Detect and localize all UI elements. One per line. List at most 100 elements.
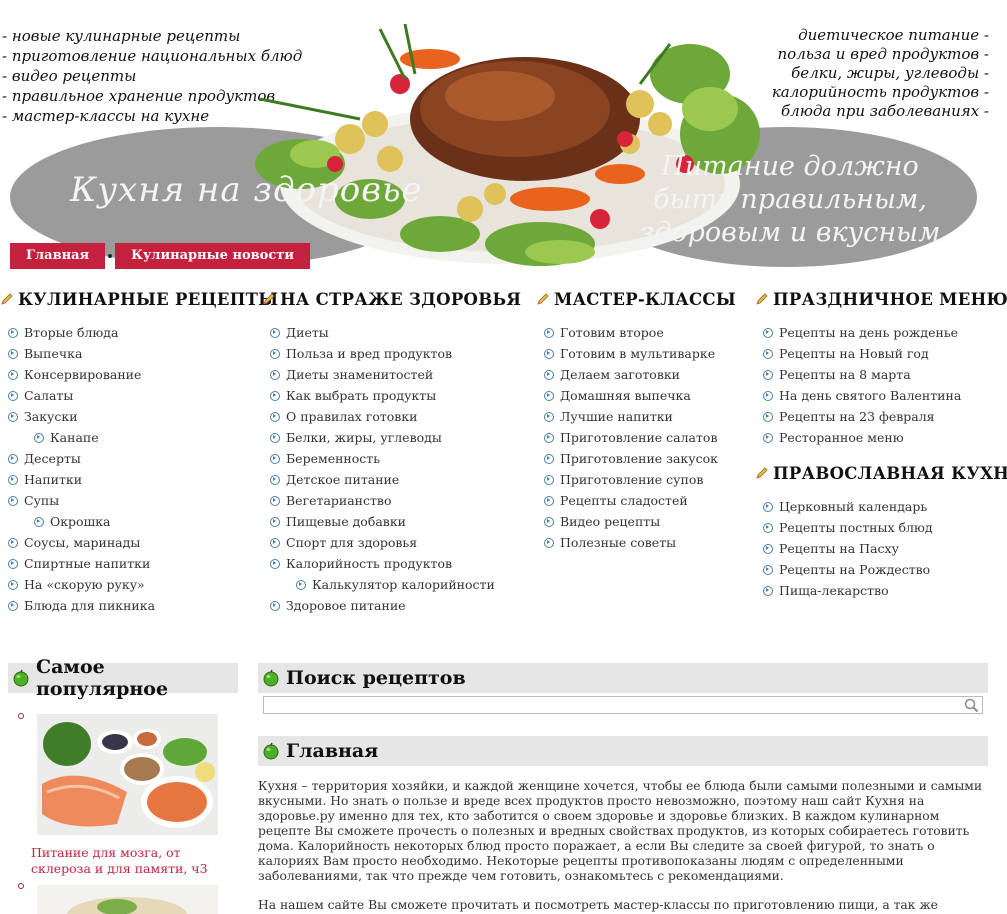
list-bullet <box>18 713 24 719</box>
menu-item-label: Домашняя выпечка <box>560 388 691 403</box>
menu-item[interactable]: Рецепты сладостей <box>536 490 736 511</box>
menu-item[interactable]: Готовим в мультиварке <box>536 343 736 364</box>
menu-item[interactable]: Видео рецепты <box>536 511 736 532</box>
bullet-arrow-icon <box>270 348 280 359</box>
menu-item-label: Выпечка <box>24 346 83 361</box>
header-link[interactable]: польза и вред продуктов - <box>772 45 990 64</box>
search-title: Поиск рецептов <box>258 663 988 693</box>
menu-item[interactable]: Пища-лекарство <box>755 580 1007 601</box>
menu-item[interactable]: Ресторанное меню <box>755 427 1007 448</box>
menu-item[interactable]: О правилах готовки <box>262 406 521 427</box>
nav-news-button[interactable]: Кулинарные новости <box>115 243 310 269</box>
menu-item[interactable]: Готовим второе <box>536 322 736 343</box>
header-link[interactable]: белки, жиры, углеводы - <box>772 64 989 83</box>
header-link[interactable]: калорийность продуктов - <box>772 83 989 102</box>
menu-item[interactable]: Приготовление салатов <box>536 427 736 448</box>
menu-item[interactable]: Соусы, маринады <box>0 532 278 553</box>
menu-item[interactable]: Лучшие напитки <box>536 406 736 427</box>
bullet-arrow-icon <box>270 369 280 380</box>
menu-item[interactable]: Детское питание <box>262 469 521 490</box>
popular-article-image[interactable] <box>37 714 218 835</box>
menu-item[interactable]: Рецепты на Пасху <box>755 538 1007 559</box>
menu-item[interactable]: Десерты <box>0 448 278 469</box>
menu-heading[interactable]: МАСТЕР-КЛАССЫ <box>536 288 736 310</box>
bullet-arrow-icon <box>270 495 280 506</box>
menu-heading[interactable]: ПРАВОСЛАВНАЯ КУХНЯ <box>755 462 1007 484</box>
bullet-arrow-icon <box>8 495 18 506</box>
bullet-arrow-icon <box>763 327 773 338</box>
menu-col-orthodox: ПРАВОСЛАВНАЯ КУХНЯ Церковный календарь Р… <box>755 462 1007 601</box>
menu-heading[interactable]: КУЛИНАРНЫЕ РЕЦЕПТЫ <box>0 288 278 310</box>
menu-heading[interactable]: ПРАЗДНИЧНОЕ МЕНЮ <box>755 288 1007 310</box>
menu-item-label: Салаты <box>24 388 74 403</box>
bullet-arrow-icon <box>8 327 18 338</box>
site-slogan: Питание должно быть правильным, здоровым… <box>639 151 941 248</box>
menu-item[interactable]: Супы <box>0 490 278 511</box>
bullet-arrow-icon <box>763 564 773 575</box>
menu-item[interactable]: Рецепты на Рождество <box>755 559 1007 580</box>
menu-item[interactable]: Спиртные напитки <box>0 553 278 574</box>
menu-item[interactable]: Приготовление супов <box>536 469 736 490</box>
bullet-arrow-icon <box>34 432 44 443</box>
menu-item[interactable]: Закуски <box>0 406 278 427</box>
menu-item[interactable]: Белки, жиры, углеводы <box>262 427 521 448</box>
menu-item[interactable]: Салаты <box>0 385 278 406</box>
menu-heading-label: ПРАВОСЛАВНАЯ КУХНЯ <box>773 463 1007 483</box>
menu-subitem[interactable]: Калькулятор калорийности <box>262 574 521 595</box>
menu-item[interactable]: Рецепты на 8 марта <box>755 364 1007 385</box>
menu-item[interactable]: Блюда для пикника <box>0 595 278 616</box>
menu-item[interactable]: Как выбрать продукты <box>262 385 521 406</box>
bullet-arrow-icon <box>8 411 18 422</box>
menu-item[interactable]: Полезные советы <box>536 532 736 553</box>
nav-home-button[interactable]: Главная <box>10 243 106 269</box>
main-title: Главная <box>258 736 988 766</box>
menu-item[interactable]: Вегетарианство <box>262 490 521 511</box>
menu-item[interactable]: Диеты <box>262 322 521 343</box>
menu-item-label: Рецепты на день рожденье <box>779 325 959 340</box>
menu-item[interactable]: Церковный календарь <box>755 496 1007 517</box>
menu-item[interactable]: Консервирование <box>0 364 278 385</box>
search-input[interactable] <box>264 700 982 716</box>
menu-item[interactable]: Делаем заготовки <box>536 364 736 385</box>
menu-item[interactable]: Пищевые добавки <box>262 511 521 532</box>
pencil-icon <box>537 293 549 305</box>
menu-item[interactable]: Рецепты постных блюд <box>755 517 1007 538</box>
menu-subitem[interactable]: Канапе <box>0 427 278 448</box>
menu-heading-label: НА СТРАЖЕ ЗДОРОВЬЯ <box>280 289 522 309</box>
menu-subitem[interactable]: Окрошка <box>0 511 278 532</box>
menu-item[interactable]: Спорт для здоровья <box>262 532 521 553</box>
bullet-arrow-icon <box>763 522 773 533</box>
menu-heading[interactable]: НА СТРАЖЕ ЗДОРОВЬЯ <box>262 288 521 310</box>
site-title[interactable]: Кухня на здоровье <box>70 170 423 210</box>
menu-item[interactable]: Домашняя выпечка <box>536 385 736 406</box>
menu-item[interactable]: Рецепты на Новый год <box>755 343 1007 364</box>
popular-article-link[interactable]: Питание для мозга, от склероза и для пам… <box>31 845 243 877</box>
bullet-arrow-icon <box>763 390 773 401</box>
menu-item-label: Рецепты на Пасху <box>779 541 899 556</box>
search-icon[interactable] <box>964 698 979 713</box>
menu-item-label: Полезные советы <box>560 535 677 550</box>
menu-item[interactable]: Вторые блюда <box>0 322 278 343</box>
menu-item[interactable]: Выпечка <box>0 343 278 364</box>
search-title-label: Поиск рецептов <box>286 667 466 689</box>
menu-item-label: Спиртные напитки <box>24 556 151 571</box>
menu-item-label: Белки, жиры, углеводы <box>286 430 442 445</box>
menu-item-label: Видео рецепты <box>560 514 661 529</box>
header-link[interactable]: диетическое питание - <box>772 26 989 45</box>
menu-item-label: Приготовление салатов <box>560 430 718 445</box>
menu-item[interactable]: Напитки <box>0 469 278 490</box>
popular-article-image[interactable] <box>37 885 218 914</box>
bullet-arrow-icon <box>8 558 18 569</box>
header-link[interactable]: блюда при заболеваниях - <box>772 102 989 121</box>
menu-item[interactable]: Рецепты на день рожденье <box>755 322 1007 343</box>
menu-item[interactable]: Здоровое питание <box>262 595 521 616</box>
menu-item[interactable]: Диеты знаменитостей <box>262 364 521 385</box>
menu-item[interactable]: Приготовление закусок <box>536 448 736 469</box>
menu-item[interactable]: Польза и вред продуктов <box>262 343 521 364</box>
menu-item[interactable]: Калорийность продуктов <box>262 553 521 574</box>
menu-item[interactable]: На день святого Валентина <box>755 385 1007 406</box>
menu-item[interactable]: Рецепты на 23 февраля <box>755 406 1007 427</box>
menu-item[interactable]: Беременность <box>262 448 521 469</box>
menu-item[interactable]: На «скорую руку» <box>0 574 278 595</box>
list-bullet <box>18 883 24 889</box>
